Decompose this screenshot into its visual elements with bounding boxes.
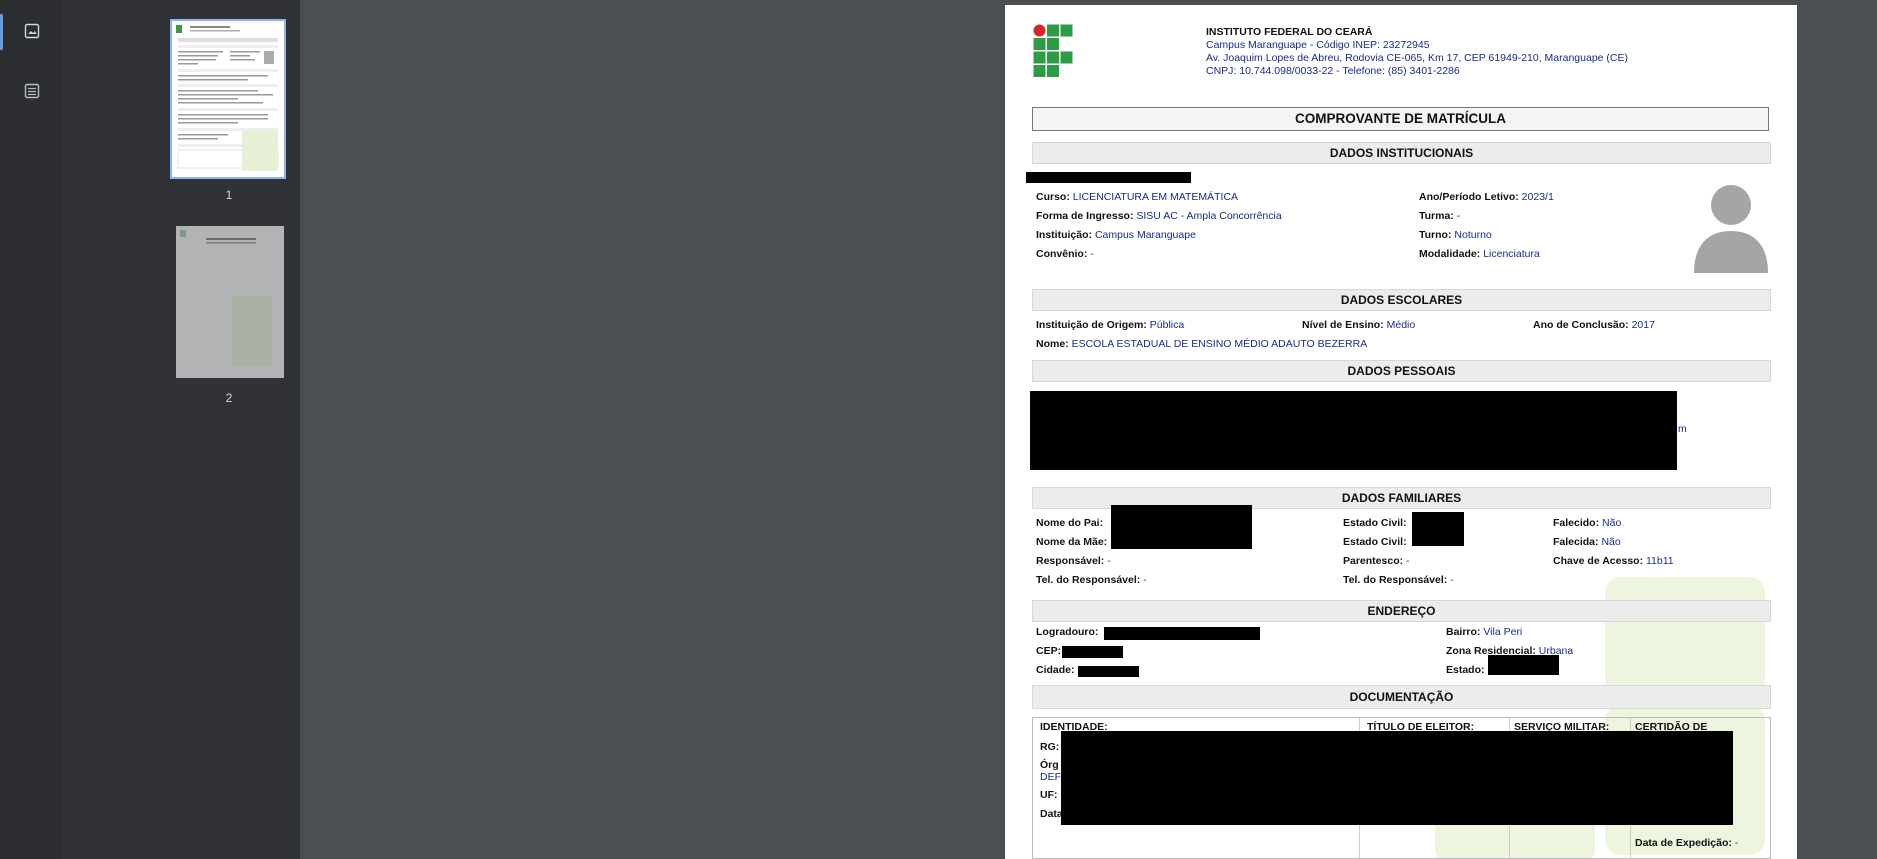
- field-estado-civil-pai: Estado Civil:: [1343, 517, 1407, 529]
- field-nome-mae: Nome da Mãe:: [1036, 536, 1108, 548]
- redaction-block: [1030, 391, 1677, 470]
- section-heading-institucionais: DADOS INSTITUCIONAIS: [1032, 142, 1771, 164]
- document-page: INSTITUTO FEDERAL DO CEARÁ Campus Marang…: [1005, 5, 1797, 859]
- section-heading-pessoais: DADOS PESSOAIS: [1032, 360, 1771, 382]
- section-heading-escolares: DADOS ESCOLARES: [1032, 289, 1771, 311]
- field-data: Data: [1040, 808, 1063, 820]
- field-data-expedicao: Data de Expedição: -: [1635, 837, 1739, 849]
- email-fragment: m: [1678, 423, 1687, 435]
- field-estado-civil-mae: Estado Civil:: [1343, 536, 1407, 548]
- field-tel-responsavel-2: Tel. do Responsável: -: [1343, 574, 1454, 586]
- document-title: COMPROVANTE DE MATRÍCULA: [1032, 107, 1769, 131]
- document-viewport[interactable]: INSTITUTO FEDERAL DO CEARÁ Campus Marang…: [300, 0, 1877, 859]
- field-instituicao: Instituição: Campus Maranguape: [1036, 229, 1196, 241]
- institution-header: INSTITUTO FEDERAL DO CEARÁ Campus Marang…: [1206, 26, 1628, 78]
- field-turma: Turma: -: [1419, 210, 1461, 222]
- field-tel-responsavel: Tel. do Responsável: -: [1036, 574, 1147, 586]
- campus-line: Campus Maranguape - Código INEP: 2327294…: [1206, 39, 1430, 51]
- ifce-logo: [1033, 24, 1073, 77]
- redaction-block: [1111, 505, 1252, 549]
- field-cep: CEP:: [1036, 645, 1062, 657]
- sidebar-rail: [0, 0, 62, 859]
- redaction-block: [1062, 646, 1123, 658]
- field-logradouro: Logradouro:: [1036, 626, 1099, 638]
- page-thumbnail-2[interactable]: [176, 226, 284, 378]
- field-nome-pai: Nome do Pai:: [1036, 517, 1104, 529]
- field-rg: RG:: [1040, 741, 1060, 753]
- page-thumbnail-1[interactable]: [170, 19, 286, 179]
- address-line: Av. Joaquim Lopes de Abreu, Rodovia CE-0…: [1206, 52, 1628, 64]
- active-view-indicator: [0, 14, 3, 50]
- field-ano-periodo: Ano/Período Letivo: 2023/1: [1419, 191, 1554, 203]
- field-orgao-value: DEF: [1040, 771, 1061, 783]
- field-nivel-ensino: Nível de Ensino: Médio: [1302, 319, 1416, 331]
- image-thumbnails-icon[interactable]: [22, 21, 42, 41]
- field-turno: Turno: Noturno: [1419, 229, 1492, 241]
- field-instituicao-origem: Instituição de Origem: Pública: [1036, 319, 1185, 331]
- contact-line: CNPJ: 10.744.098/0033-22 - Telefone: (85…: [1206, 65, 1460, 77]
- redaction-block: [1078, 666, 1139, 677]
- field-nome-escola: Nome: ESCOLA ESTADUAL DE ENSINO MÉDIO AD…: [1036, 338, 1368, 350]
- redaction-block: [1026, 172, 1191, 183]
- field-bairro: Bairro: Vila Peri: [1446, 626, 1523, 638]
- field-ano-conclusao: Ano de Conclusão: 2017: [1533, 319, 1655, 331]
- page-thumbnail-label: 1: [225, 188, 233, 202]
- institution-name: INSTITUTO FEDERAL DO CEARÁ: [1206, 26, 1373, 38]
- field-falecido: Falecido: Não: [1553, 517, 1622, 529]
- thumbnails-panel: 1 2: [62, 0, 300, 859]
- field-forma-ingresso: Forma de Ingresso: SISU AC - Ampla Conco…: [1036, 210, 1282, 222]
- field-responsavel: Responsável: -: [1036, 555, 1111, 567]
- redaction-block: [1061, 731, 1733, 825]
- redaction-block: [1104, 627, 1260, 640]
- field-uf: UF:: [1040, 789, 1058, 801]
- field-estado: Estado:: [1446, 664, 1485, 676]
- profile-photo-placeholder: [1694, 185, 1768, 273]
- field-chave-acesso: Chave de Acesso: 11b11: [1553, 555, 1674, 567]
- page-thumbnail-label: 2: [225, 391, 233, 405]
- field-modalidade: Modalidade: Licenciatura: [1419, 248, 1540, 260]
- field-convenio: Convênio: -: [1036, 248, 1094, 260]
- watermark-shape: [1605, 577, 1765, 697]
- redaction-block: [1488, 655, 1559, 675]
- document-outline-icon[interactable]: [22, 81, 42, 101]
- section-heading-documentacao: DOCUMENTAÇÃO: [1032, 685, 1771, 709]
- field-curso: Curso: LICENCIATURA EM MATEMÁTICA: [1036, 191, 1239, 203]
- field-falecida: Falecida: Não: [1553, 536, 1621, 548]
- field-parentesco: Parentesco: -: [1343, 555, 1410, 567]
- redaction-block: [1412, 512, 1464, 546]
- field-cidade: Cidade:: [1036, 664, 1075, 676]
- section-heading-endereco: ENDEREÇO: [1032, 600, 1771, 622]
